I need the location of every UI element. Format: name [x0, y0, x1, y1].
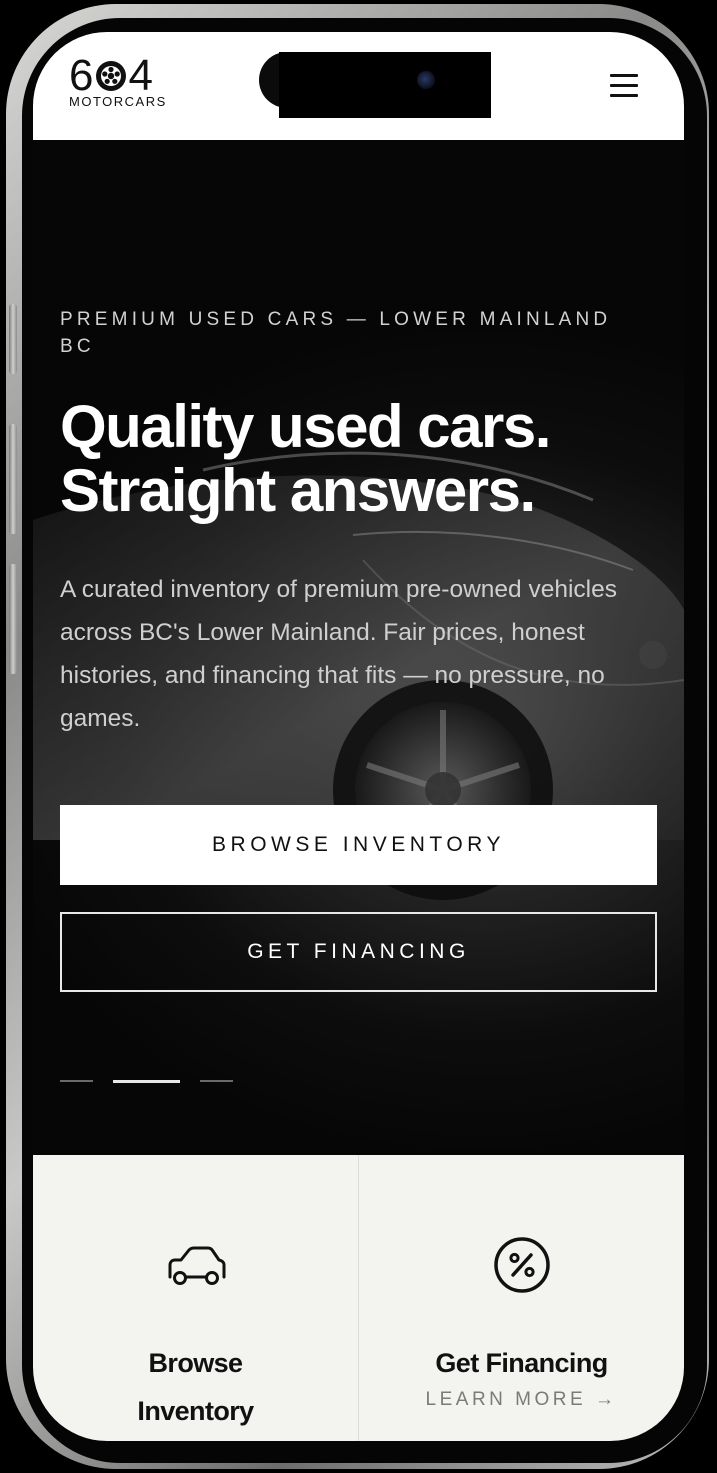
logo-digit-6: 6	[69, 51, 95, 100]
hero-eyebrow: PREMIUM USED CARS — LOWER MAINLAND BC	[60, 309, 612, 357]
logo-digit-4: 4	[128, 51, 154, 100]
hamburger-menu-icon[interactable]	[605, 70, 645, 102]
get-financing-button[interactable]: GET FINANCING	[60, 912, 657, 992]
browse-inventory-card[interactable]: Browse Inventory	[33, 1155, 358, 1441]
site-header: 6 4 MOTORCARS	[33, 32, 684, 141]
learn-more-link[interactable]: LEARN MORE →	[359, 1389, 684, 1411]
slide-indicator-3[interactable]	[200, 1080, 233, 1082]
volume-down-button	[9, 564, 17, 674]
hero-title-line-2: Straight answers.	[60, 457, 536, 524]
slide-indicators	[60, 1080, 260, 1084]
feature-cards: Browse Inventory Get Financing LEARN MOR…	[33, 1155, 684, 1441]
screen: 6 4 MOTORCARS PREMIUM USED CARS — LOWER …	[33, 32, 684, 1441]
slide-indicator-2-active[interactable]	[113, 1080, 180, 1083]
hero-description: A curated inventory of premium pre-owned…	[60, 576, 617, 732]
hero-title: Quality used cars. Straight answers.	[60, 395, 660, 523]
browse-inventory-button[interactable]: BROWSE INVENTORY	[60, 805, 657, 885]
hero-title-line-1: Quality used cars.	[60, 393, 551, 460]
browse-inventory-title-line-2: Inventory	[137, 1396, 254, 1426]
hero-section: PREMIUM USED CARS — LOWER MAINLAND BC Qu…	[33, 140, 684, 1155]
camera-cover	[279, 52, 491, 118]
volume-up-button	[9, 424, 17, 534]
brand-logo[interactable]: 6 4 MOTORCARS	[69, 54, 179, 110]
action-button	[9, 304, 17, 374]
browse-inventory-title-line-1: Browse	[148, 1348, 244, 1378]
get-financing-title: Get Financing	[435, 1348, 608, 1378]
wheel-icon	[96, 61, 127, 91]
camera-icon	[417, 71, 435, 89]
percent-circle-icon	[493, 1237, 550, 1293]
car-icon	[168, 1246, 225, 1285]
logo-subtitle: MOTORCARS	[69, 94, 167, 109]
logo-mark: 6 4	[69, 54, 154, 98]
get-financing-card[interactable]: Get Financing LEARN MORE →	[358, 1155, 684, 1441]
slide-indicator-1[interactable]	[60, 1080, 93, 1082]
